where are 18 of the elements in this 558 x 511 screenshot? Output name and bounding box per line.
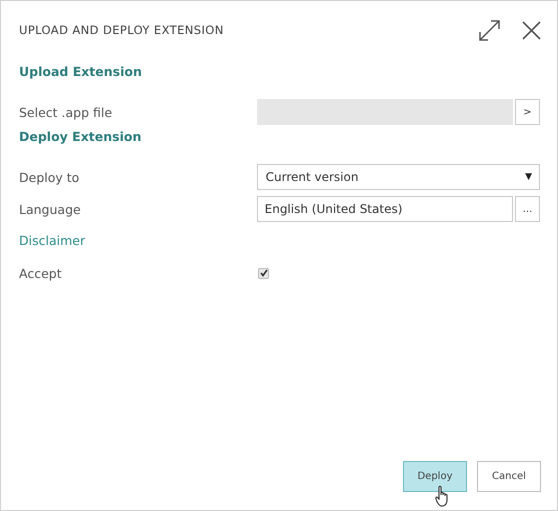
field-label: Select .app file bbox=[19, 104, 114, 120]
accept-checkbox[interactable] bbox=[258, 268, 269, 278]
field-label: Accept bbox=[19, 266, 63, 280]
section-heading: Upload Extension bbox=[19, 63, 143, 81]
close-icon[interactable] bbox=[522, 20, 541, 40]
language-field[interactable]: English (United States) bbox=[256, 196, 513, 222]
lookup-button[interactable]: ... bbox=[515, 196, 540, 222]
dialog-title: UPLOAD AND DEPLOY EXTENSION bbox=[19, 23, 225, 37]
disclaimer-link[interactable]: Disclaimer bbox=[19, 225, 540, 257]
browse-button[interactable]: > bbox=[515, 99, 540, 125]
section-heading: Deploy Extension bbox=[19, 128, 142, 146]
dropdown-field[interactable]: Current version ▼ bbox=[256, 164, 540, 190]
expand-icon[interactable] bbox=[479, 20, 500, 40]
field-label: Language bbox=[19, 202, 82, 216]
field-label: Deploy to bbox=[19, 170, 80, 184]
deploy-button[interactable]: Deploy bbox=[403, 461, 467, 492]
file-field[interactable] bbox=[256, 99, 513, 125]
cancel-button[interactable]: Cancel bbox=[477, 461, 541, 492]
